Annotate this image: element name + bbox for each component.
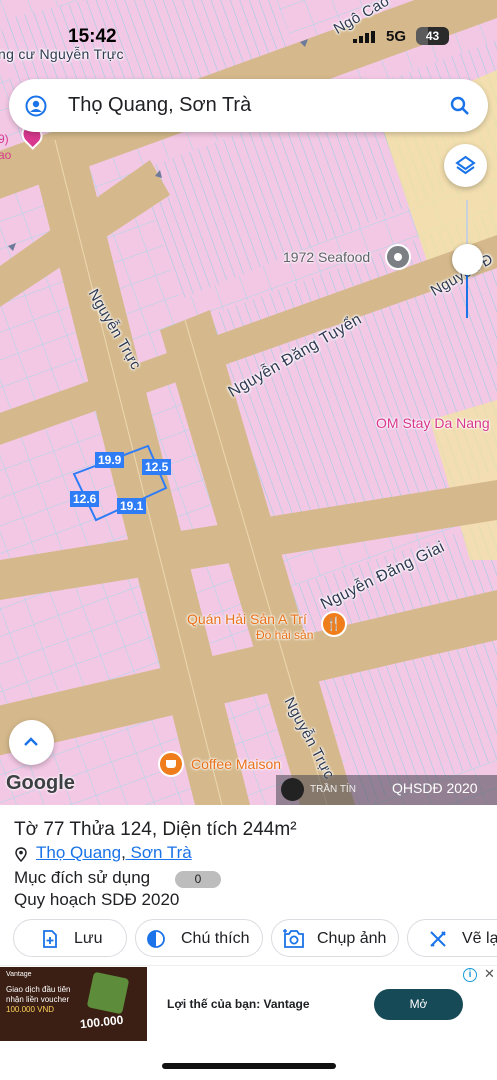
save-add-icon bbox=[43, 930, 57, 948]
draw-label: Vẽ lạ bbox=[462, 930, 497, 947]
ward-link[interactable]: Thọ Quang bbox=[36, 843, 121, 862]
poi-1972-seafood[interactable]: 1972 Seafood bbox=[283, 249, 370, 265]
parcel-title: Tờ 77 Thửa 124, Diện tích 244m² bbox=[14, 819, 297, 840]
home-indicator[interactable] bbox=[162, 1063, 336, 1069]
save-button[interactable]: Lưu bbox=[13, 919, 127, 957]
restaurant-icon[interactable]: 🍴 bbox=[321, 611, 347, 637]
ad-image-gift bbox=[86, 971, 130, 1015]
legend-icon bbox=[147, 930, 165, 948]
capture-label: Chụp ảnh bbox=[317, 930, 387, 947]
search-bar[interactable]: Thọ Quang, Sơn Trà bbox=[9, 79, 488, 132]
zoom-slider-handle[interactable] bbox=[452, 243, 483, 275]
edge-text-1: 9) bbox=[0, 132, 9, 146]
draw-icon bbox=[430, 931, 446, 947]
purpose-value-badge: 0 bbox=[175, 871, 221, 888]
search-icon[interactable] bbox=[450, 96, 470, 116]
ad-banner[interactable]: Vantage Giao dịch đầu tiên nhận liền vou… bbox=[0, 965, 497, 1041]
edge-text-2: ao bbox=[0, 148, 12, 162]
google-logo: Google bbox=[6, 772, 75, 794]
poi-marker-icon[interactable] bbox=[385, 244, 411, 270]
poi-quan-hai-san[interactable]: Quán Hải Sản A Trí bbox=[187, 611, 307, 627]
ad-image[interactable]: Vantage Giao dịch đầu tiên nhận liền vou… bbox=[0, 967, 147, 1041]
parcel-address: Thọ Quang, Sơn Trà bbox=[36, 843, 192, 862]
poi-om-stay[interactable]: OM Stay Da Nang bbox=[376, 415, 490, 431]
layers-button[interactable] bbox=[444, 144, 487, 187]
measure-label-top: 19.9 bbox=[95, 452, 125, 468]
chevron-up-icon bbox=[24, 737, 38, 746]
ad-open-button[interactable]: Mở bbox=[374, 989, 463, 1020]
overlay-strip: TRẦN TÍN QHSDĐ 2020 bbox=[276, 775, 497, 805]
measure-label-left: 12.6 bbox=[70, 491, 100, 507]
measure-label-bottom: 19.1 bbox=[117, 498, 147, 514]
overlay-label: QHSDĐ 2020 bbox=[392, 780, 478, 796]
avatar bbox=[281, 778, 304, 801]
ad-image-line-3: 100.000 VND bbox=[6, 1005, 55, 1014]
ad-info-icon[interactable]: i bbox=[463, 968, 477, 982]
watermark-user: TRẦN TÍN bbox=[310, 784, 356, 795]
capture-button[interactable]: Chụp ảnh bbox=[271, 919, 399, 957]
parcel-info-sheet: Tờ 77 Thửa 124, Diện tích 244m² Thọ Quan… bbox=[0, 805, 497, 965]
ad-close-icon[interactable]: ✕ bbox=[484, 966, 495, 982]
poi-quan-hai-san-category: Đồ hải sản bbox=[256, 628, 314, 642]
map-view[interactable]: Ngô Cao ng cư Nguyễn Trực Nguyễn Trực Ng… bbox=[0, 0, 497, 805]
camera-add-icon bbox=[283, 929, 304, 948]
ad-image-line-2: nhận liền voucher bbox=[6, 995, 70, 1004]
layers-icon bbox=[455, 155, 476, 175]
search-query[interactable]: Thọ Quang, Sơn Trà bbox=[68, 94, 251, 117]
purpose-label: Mục đích sử dụng bbox=[14, 868, 151, 887]
clock: 15:42 bbox=[68, 26, 117, 47]
network-type: 5G bbox=[386, 28, 407, 45]
ad-image-line-1: Giao dịch đầu tiên bbox=[6, 985, 71, 994]
ad-image-amount: 100.000 bbox=[79, 1012, 125, 1032]
signal-icon bbox=[353, 31, 375, 43]
account-icon[interactable] bbox=[25, 95, 47, 117]
plan-label: Quy hoạch SDĐ 2020 bbox=[14, 890, 180, 909]
measure-label-right: 12.5 bbox=[142, 459, 172, 475]
ad-brand: Vantage bbox=[6, 971, 32, 978]
legend-button[interactable]: Chú thích bbox=[135, 919, 263, 957]
ad-headline: Lợi thế của bạn: Vantage bbox=[167, 997, 310, 1011]
coffee-icon[interactable] bbox=[158, 751, 184, 777]
status-bar: 15:42 5G 43 bbox=[0, 0, 497, 64]
battery-icon: 43 bbox=[416, 27, 449, 45]
draw-button[interactable]: Vẽ lạ bbox=[407, 919, 497, 957]
legend-label: Chú thích bbox=[181, 930, 250, 947]
expand-up-button[interactable] bbox=[9, 720, 54, 765]
location-pin-icon bbox=[15, 847, 27, 862]
poi-coffee-maison[interactable]: Coffee Maison bbox=[191, 756, 281, 772]
save-label: Lưu bbox=[74, 930, 103, 947]
district-link[interactable]: Sơn Trà bbox=[131, 843, 192, 862]
